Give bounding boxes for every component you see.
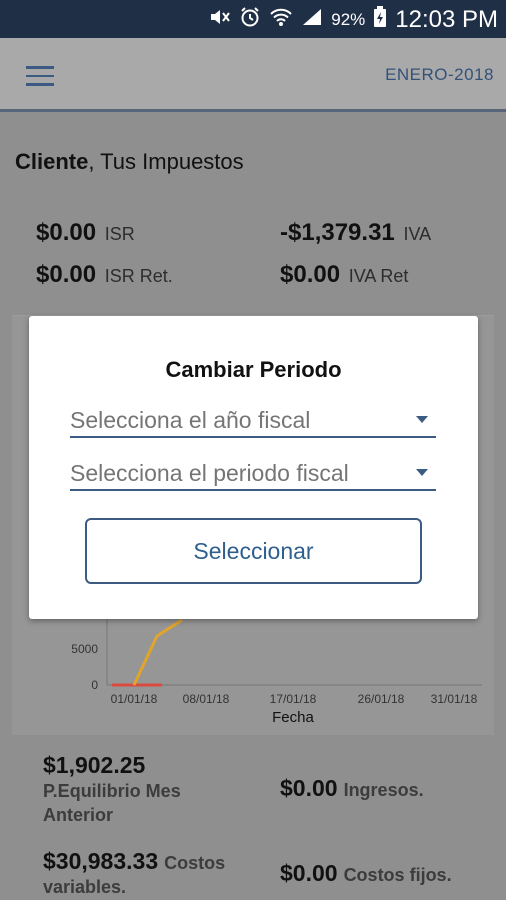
alarm-icon <box>239 6 261 34</box>
dropdown-arrow-icon <box>416 469 428 476</box>
signal-icon <box>301 7 323 33</box>
fiscal-year-select[interactable]: Selecciona el año fiscal <box>70 398 436 438</box>
current-period-button[interactable]: ENERO-2018 <box>385 65 494 85</box>
iva-label: IVA <box>403 224 432 244</box>
costos-variables-summary: $30,983.33 Costos <box>43 848 225 875</box>
hamburger-menu-icon[interactable] <box>26 66 54 86</box>
greeting-text: , Tus Impuestos <box>88 149 244 174</box>
dropdown-arrow-icon <box>416 416 428 423</box>
isr-value: $0.00 <box>36 219 97 246</box>
costos-variables-label-a: Costos <box>164 853 226 873</box>
battery-icon <box>373 6 387 34</box>
select-button[interactable]: Seleccionar <box>85 518 422 584</box>
x-tick-label: 17/01/18 <box>270 692 317 706</box>
mute-icon <box>209 7 231 33</box>
ingresos-summary: $0.00 Ingresos. <box>280 775 424 802</box>
iva-ret-label: IVA Ret <box>348 266 409 286</box>
isr-summary: $0.00 ISR <box>36 219 135 247</box>
costos-variables-label-b: variables. <box>43 877 127 897</box>
isr-label: ISR <box>104 224 135 244</box>
x-tick-label: 31/01/18 <box>431 692 478 706</box>
client-name: Cliente <box>15 149 89 174</box>
costos-fijos-summary: $0.00 Costos fijos. <box>280 860 452 887</box>
costos-variables-value: $30,983.33 <box>43 848 159 874</box>
clock: 12:03 PM <box>395 6 498 33</box>
fiscal-period-select[interactable]: Selecciona el periodo fiscal <box>70 451 436 491</box>
isr-ret-value: $0.00 <box>36 261 97 288</box>
series-orange-line <box>132 618 183 686</box>
x-tick-label: 26/01/18 <box>358 692 405 706</box>
ingresos-label: Ingresos. <box>343 780 424 800</box>
isr-ret-summary: $0.00 ISR Ret. <box>36 261 173 289</box>
x-tick-label: 08/01/18 <box>183 692 230 706</box>
iva-value: -$1,379.31 <box>280 219 395 246</box>
x-tick-label: 01/01/18 <box>111 692 158 706</box>
equilibrio-label: P.Equilibrio Mes Anterior <box>43 781 181 825</box>
page-title: Cliente, Tus Impuestos <box>15 149 244 175</box>
fiscal-year-placeholder: Selecciona el año fiscal <box>70 407 311 433</box>
y-tick-label: 5000 <box>71 642 98 656</box>
iva-summary: -$1,379.31 IVA <box>280 219 431 247</box>
ingresos-value: $0.00 <box>280 775 338 801</box>
x-axis-title: Fecha <box>272 709 314 726</box>
isr-ret-label: ISR Ret. <box>104 266 173 286</box>
fiscal-period-placeholder: Selecciona el periodo fiscal <box>70 460 349 486</box>
costos-fijos-value: $0.00 <box>280 860 338 886</box>
equilibrio-value: $1,902.25 <box>43 752 146 778</box>
change-period-dialog: Cambiar Periodo Selecciona el año fiscal… <box>29 316 478 619</box>
battery-percent: 92% <box>331 10 366 29</box>
iva-ret-summary: $0.00 IVA Ret <box>280 261 408 289</box>
iva-ret-value: $0.00 <box>280 261 341 288</box>
y-tick-label: 0 <box>91 678 98 692</box>
app-bar: ENERO-2018 <box>0 38 506 112</box>
costos-fijos-label: Costos fijos. <box>343 865 452 885</box>
dialog-title: Cambiar Periodo <box>165 357 342 382</box>
wifi-icon <box>269 7 293 33</box>
status-bar: 92% 12:03 PM <box>0 0 506 38</box>
